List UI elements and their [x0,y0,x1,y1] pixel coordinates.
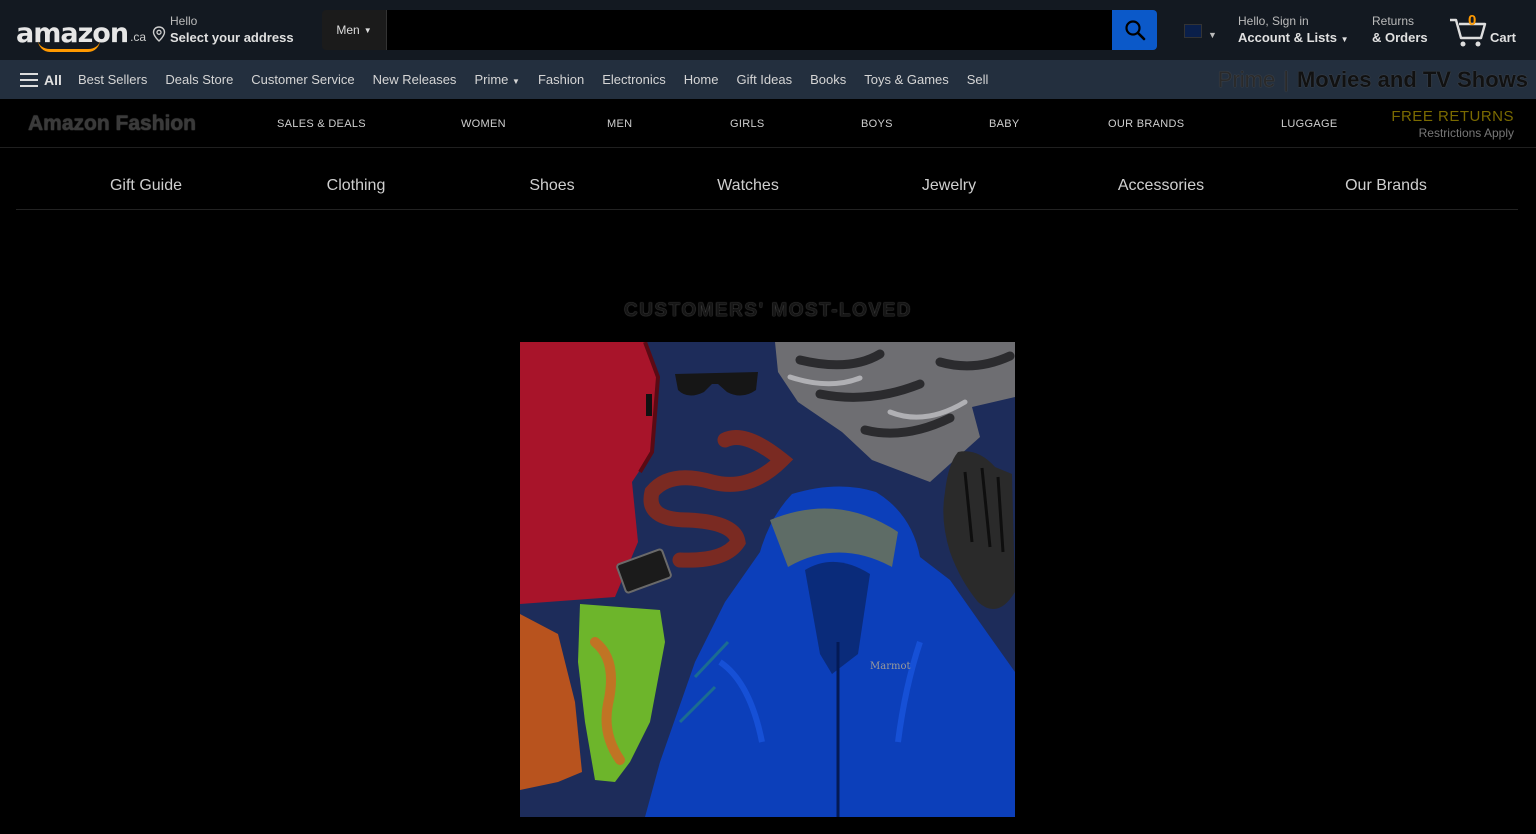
category-watches[interactable]: Watches [717,177,779,195]
nav-link-fashion[interactable]: Fashion [538,72,584,87]
search-button[interactable] [1112,10,1157,50]
all-menu-button[interactable]: All [20,60,62,99]
restrictions-label: Restrictions Apply [1418,126,1514,140]
language-flag-icon[interactable] [1184,24,1202,38]
location-pin-icon [152,26,166,42]
prime-promo-separator: | [1283,67,1289,92]
deliver-hello: Hello [170,14,198,28]
fashion-subnav: Amazon Fashion SALES & DEALS WOMEN MEN G… [0,100,1536,148]
prime-promo-text: Movies and TV Shows [1296,67,1528,92]
returns-and-orders[interactable]: Returns & Orders [1372,14,1428,45]
category-clothing[interactable]: Clothing [327,177,386,195]
caret-down-icon: ▼ [512,77,520,86]
category-shoes[interactable]: Shoes [529,177,574,195]
fashion-link-men[interactable]: MEN [607,118,632,130]
category-our-brands[interactable]: Our Brands [1345,177,1427,195]
fashion-link-luggage[interactable]: LUGGAGE [1281,118,1338,130]
search-category-label: Men [336,23,360,37]
logo-suffix: .ca [130,30,147,44]
section-headline: CUSTOMERS' MOST-LOVED [624,300,912,321]
cart-button[interactable]: 0 Cart [1448,10,1528,50]
nav-link-books[interactable]: Books [810,72,846,87]
nav-link-gift-ideas[interactable]: Gift Ideas [736,72,792,87]
nav-link-home[interactable]: Home [684,72,719,87]
caret-down-icon: ▼ [1340,35,1349,44]
free-returns-promo[interactable]: FREE RETURNS Restrictions Apply [1391,108,1514,140]
jacket-brand-label: Marmot [870,661,911,672]
caret-down-icon: ▼ [363,25,372,35]
main-nav: All Best Sellers Deals Store Customer Se… [0,60,1536,99]
hamburger-icon [20,72,38,87]
search-icon [1124,20,1145,41]
nav-link-prime[interactable]: Prime ▼ [474,72,520,87]
deliver-address: Select your address [170,30,294,45]
caret-down-icon[interactable]: ▼ [1208,30,1217,40]
hero-image-menswear-flatlay[interactable]: Marmot [520,342,1015,817]
account-and-lists[interactable]: Hello, Sign in Account & Lists ▼ [1238,14,1349,45]
prime-promo-brand: Prime [1217,67,1276,92]
fashion-link-baby[interactable]: BABY [989,118,1020,130]
search-category-dropdown[interactable]: Men ▼ [322,10,387,50]
amazon-logo[interactable]: amazon .ca [16,12,147,52]
nav-link-customer-service[interactable]: Customer Service [251,72,354,87]
logo-smile-icon [38,40,100,52]
prime-video-promo[interactable]: Prime | Movies and TV Shows [1218,64,1528,96]
search-input[interactable] [387,10,1112,50]
orders-label: & Orders [1372,30,1428,45]
fashion-link-boys[interactable]: BOYS [861,118,893,130]
fashion-link-women[interactable]: WOMEN [461,118,506,130]
nav-link-sell[interactable]: Sell [967,72,989,87]
cart-count: 0 [1468,12,1477,29]
fashion-link-our-brands[interactable]: OUR BRANDS [1108,118,1184,130]
nav-links: Best Sellers Deals Store Customer Servic… [78,60,988,99]
nav-link-toys-games[interactable]: Toys & Games [864,72,949,87]
category-accessories[interactable]: Accessories [1118,177,1204,195]
category-jewelry[interactable]: Jewelry [922,177,976,195]
cart-label: Cart [1490,30,1517,45]
nav-link-best-sellers[interactable]: Best Sellers [78,72,147,87]
nav-link-electronics[interactable]: Electronics [602,72,666,87]
free-returns-label: FREE RETURNS [1391,108,1514,125]
fashion-link-sales-deals[interactable]: SALES & DEALS [277,118,366,130]
account-greeting: Hello, Sign in [1238,14,1309,28]
nav-link-deals-store[interactable]: Deals Store [165,72,233,87]
search-bar: Men ▼ [322,10,1157,50]
account-lists-label: Account & Lists ▼ [1238,30,1349,45]
category-row: Gift Guide Clothing Shoes Watches Jewelr… [16,163,1518,210]
returns-label: Returns [1372,14,1415,28]
fashion-link-girls[interactable]: GIRLS [730,118,765,130]
amazon-fashion-logo[interactable]: Amazon Fashion [28,112,196,136]
flatlay-illustration: Marmot [520,342,1015,817]
category-gift-guide[interactable]: Gift Guide [110,177,182,195]
nav-link-new-releases[interactable]: New Releases [373,72,457,87]
top-header: amazon .ca Hello Select your address Men… [0,0,1536,60]
all-label: All [44,71,62,88]
